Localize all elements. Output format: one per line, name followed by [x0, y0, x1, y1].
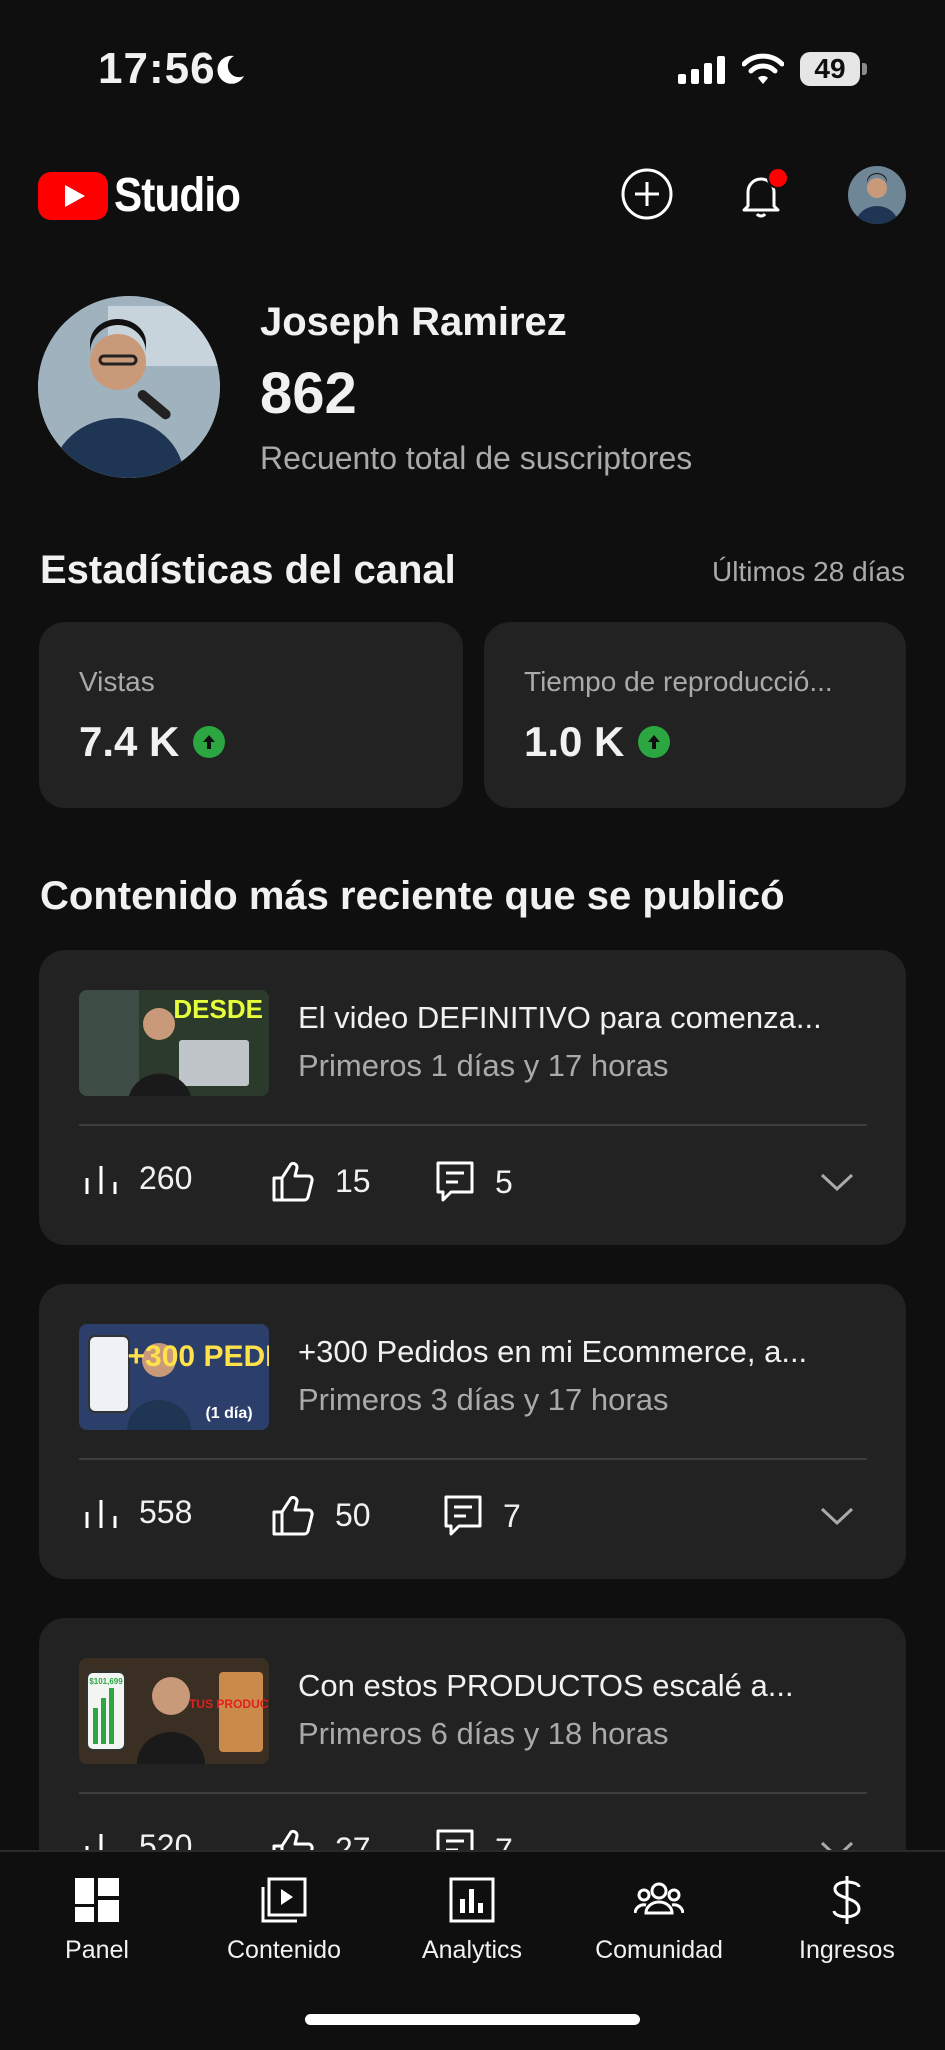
nav-label: Comunidad — [595, 1936, 723, 1964]
likes-count: 15 — [335, 1162, 371, 1199]
video-card[interactable]: DESDE 0 El video DEFINITIVO para comenza… — [39, 950, 906, 1245]
stat-number: 1.0 K — [524, 718, 625, 765]
channel-avatar-image — [38, 296, 220, 478]
likes-metric: 15 — [271, 1160, 371, 1202]
stat-value: 7.4 K — [79, 718, 226, 766]
stat-value: 1.0 K — [524, 718, 671, 766]
nav-item-contenido[interactable]: Contenido — [194, 1872, 374, 1965]
chevron-down-icon[interactable] — [820, 1506, 854, 1526]
video-period: Primeros 6 días y 18 horas — [298, 1716, 669, 1751]
watch-time-stat-card[interactable]: Tiempo de reproducció... 1.0 K — [484, 622, 906, 808]
views-count: 260 — [139, 1160, 193, 1196]
account-avatar[interactable] — [848, 166, 906, 224]
community-icon — [634, 1882, 684, 1915]
recent-content-title: Contenido más reciente que se publicó — [40, 874, 785, 918]
youtube-play-icon — [38, 171, 108, 220]
video-thumbnail[interactable]: +300 PEDIDOS (1 día) — [79, 1324, 269, 1430]
video-title: +300 Pedidos en mi Ecommerce, a... — [298, 1334, 808, 1369]
video-title: Con estos PRODUCTOS escalé a... — [298, 1668, 794, 1703]
nav-item-ingresos[interactable]: Ingresos — [757, 1872, 937, 1965]
video-thumbnail[interactable]: $101,699 TUS PRODUCTOS — [79, 1658, 269, 1764]
channel-stats-title: Estadísticas del canal — [40, 548, 456, 592]
bell-icon — [742, 167, 789, 218]
status-time: 17:56 — [98, 44, 216, 93]
youtube-studio-logo[interactable]: Studio — [38, 168, 257, 223]
thumbnail-subtext: (1 día) — [205, 1405, 252, 1422]
stat-label: Vistas — [79, 666, 155, 697]
channel-avatar[interactable] — [38, 296, 220, 478]
video-card[interactable]: +300 PEDIDOS (1 día) +300 Pedidos en mi … — [39, 1284, 906, 1579]
nav-label: Ingresos — [799, 1936, 895, 1964]
nav-label: Analytics — [421, 1936, 523, 1964]
home-indicator[interactable] — [305, 2014, 640, 2025]
subscriber-label: Recuento total de suscriptores — [260, 440, 693, 476]
thumbnail-text: +300 PEDIDOS — [128, 1340, 269, 1373]
comment-icon — [444, 1495, 482, 1536]
thumbnail-image: +300 PEDIDOS (1 día) — [79, 1324, 269, 1430]
likes-metric: 50 — [271, 1494, 371, 1536]
likes-count: 50 — [335, 1496, 371, 1533]
stat-number: 7.4 K — [79, 718, 180, 765]
video-title: El video DEFINITIVO para comenza... — [298, 1000, 822, 1035]
battery-indicator: 49 — [800, 52, 860, 86]
arrow-up-icon — [638, 726, 671, 758]
content-icon — [261, 1877, 307, 1923]
thumbnail-money-text: $101,699 — [89, 1677, 123, 1686]
dollar-icon — [832, 1876, 861, 1924]
moon-icon — [217, 55, 244, 84]
add-circle-icon — [621, 168, 673, 220]
thumbnail-image: DESDE 0 — [79, 990, 269, 1096]
channel-name: Joseph Ramirez — [260, 300, 567, 344]
app-header: Studio — [0, 150, 945, 240]
chevron-down-icon[interactable] — [820, 1172, 854, 1192]
logo-text: Studio — [114, 169, 241, 222]
cellular-signal-icon — [678, 56, 725, 84]
create-button[interactable] — [617, 164, 677, 224]
video-period: Primeros 3 días y 17 horas — [298, 1382, 669, 1417]
wifi-icon — [742, 53, 784, 84]
thumbs-up-icon — [272, 1161, 314, 1202]
status-bar: 17:56 49 — [0, 0, 945, 140]
comments-count: 7 — [503, 1497, 521, 1534]
nav-item-panel[interactable]: Panel — [7, 1872, 187, 1965]
battery-tip — [862, 63, 867, 75]
views-stat-card[interactable]: Vistas 7.4 K — [39, 622, 463, 808]
thumbnail-image: $101,699 TUS PRODUCTOS — [79, 1658, 269, 1764]
video-period: Primeros 1 días y 17 horas — [298, 1048, 669, 1083]
views-metric: 260 — [83, 1160, 192, 1197]
views-metric: 558 — [83, 1494, 192, 1531]
bar-chart-icon — [85, 1499, 117, 1528]
subscriber-count: 862 — [260, 361, 357, 426]
thumbnail-text: DESDE 0 — [173, 994, 269, 1024]
notifications-button[interactable] — [732, 164, 792, 224]
divider — [79, 1124, 867, 1126]
views-count: 558 — [139, 1494, 193, 1530]
analytics-icon — [449, 1877, 495, 1923]
nav-item-analytics[interactable]: Analytics — [382, 1872, 562, 1965]
comments-count: 5 — [495, 1163, 513, 1200]
divider — [79, 1458, 867, 1460]
video-thumbnail[interactable]: DESDE 0 — [79, 990, 269, 1096]
stat-label: Tiempo de reproducció... — [524, 666, 833, 697]
comments-metric: 7 — [443, 1494, 521, 1538]
stats-period: Últimos 28 días — [712, 556, 905, 587]
avatar-image — [848, 166, 906, 224]
nav-label: Panel — [65, 1936, 129, 1964]
nav-label: Contenido — [227, 1936, 341, 1964]
arrow-up-icon — [193, 726, 226, 758]
divider — [79, 1792, 867, 1794]
bar-chart-icon — [85, 1165, 117, 1194]
comment-icon — [436, 1161, 474, 1202]
thumbs-up-icon — [272, 1495, 314, 1536]
comments-metric: 5 — [435, 1160, 513, 1204]
thumbnail-text: TUS PRODUCTOS — [189, 1697, 269, 1711]
nav-item-comunidad[interactable]: Comunidad — [569, 1872, 749, 1965]
dashboard-icon — [75, 1878, 119, 1922]
